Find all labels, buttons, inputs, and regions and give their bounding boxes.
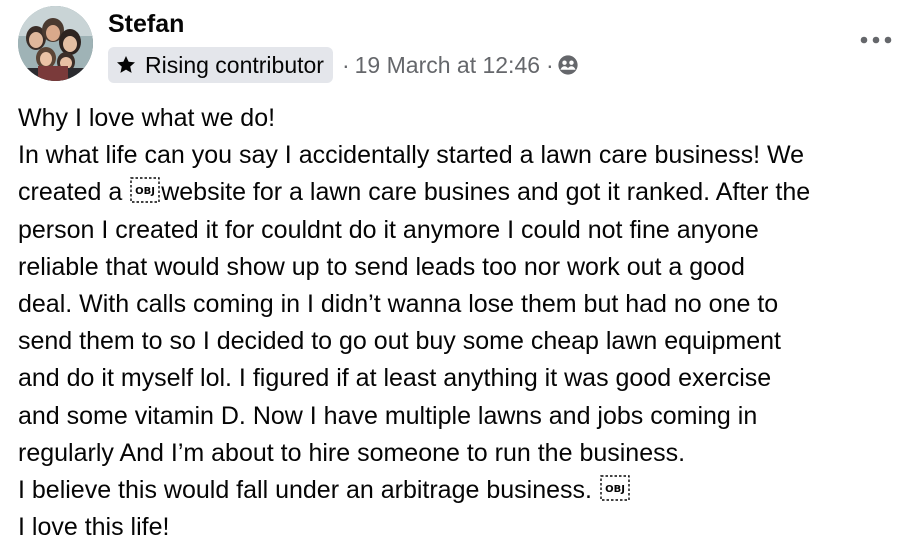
rising-contributor-badge[interactable]: Rising contributor xyxy=(108,47,333,83)
more-options-button[interactable] xyxy=(856,24,896,56)
post-text-fragment: website for a lawn care busines and got … xyxy=(161,178,811,207)
author-name[interactable]: Stefan xyxy=(108,8,184,40)
post-text-fragment: created a xyxy=(18,178,123,207)
post-line: reliable that would show up to send lead… xyxy=(18,252,745,281)
object-placeholder-icon: OBJ xyxy=(600,475,630,501)
avatar[interactable] xyxy=(18,6,93,81)
more-options-icon xyxy=(860,36,892,44)
post-line: and do it myself lol. I figured if at le… xyxy=(18,364,772,393)
object-glyph: OBJ xyxy=(135,186,155,197)
object-placeholder-icon: OBJ xyxy=(130,177,160,204)
post-body: Why I love what we do! In what life can … xyxy=(18,100,918,546)
post-meta: Rising contributor · 19 March at 12:46 · xyxy=(108,47,579,83)
post-line: person I created it for couldnt do it an… xyxy=(18,215,759,244)
post-text-fragment: I believe this would fall under an arbit… xyxy=(18,476,592,505)
post-line: and some vitamin D. Now I have multiple … xyxy=(18,401,758,430)
star-icon xyxy=(117,56,135,73)
post-line: deal. With calls coming in I didn’t wann… xyxy=(18,290,779,319)
object-glyph: OBJ xyxy=(605,484,625,495)
post-line: send them to so I decided to go out buy … xyxy=(18,327,781,356)
post-timestamp[interactable]: 19 March at 12:46 xyxy=(355,52,540,79)
group-photo-icon xyxy=(18,6,93,81)
post-line: created a OBJ website for a lawn care bus… xyxy=(18,174,918,211)
post-line: Why I love what we do! xyxy=(18,104,276,132)
post-card: Stefan Rising contributor · 19 March at … xyxy=(0,0,921,546)
post-line: In what life can you say I accidentally … xyxy=(18,141,805,170)
post-line: regularly And I’m about to hire someone … xyxy=(18,438,686,467)
post-line: I love this life! xyxy=(18,513,170,542)
friends-icon[interactable] xyxy=(557,54,579,76)
separator-dot: · xyxy=(546,51,554,78)
badge-label: Rising contributor xyxy=(145,51,324,78)
separator-dot: · xyxy=(341,51,350,78)
post-line: I believe this would fall under an arbit… xyxy=(18,472,918,509)
